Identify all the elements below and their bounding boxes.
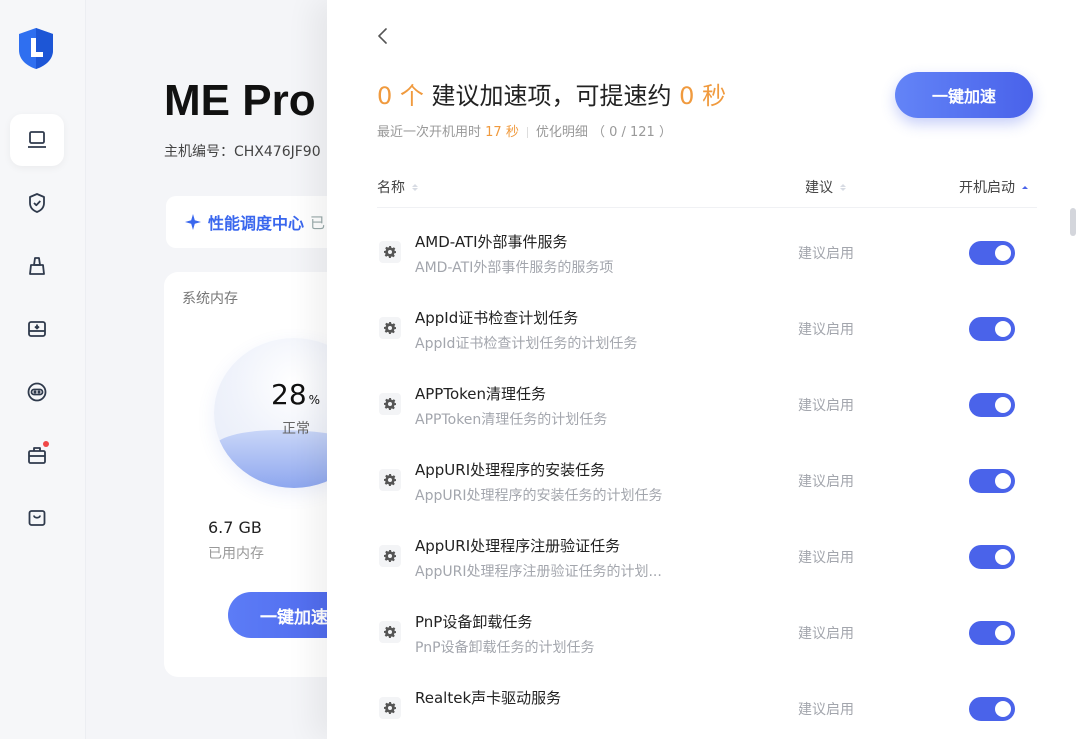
item-description: AppURI处理程序注册验证任务的计划... — [415, 564, 662, 580]
startup-optimization-panel: 0 个 建议加速项，可提速约 0 秒 最近一次开机用时 17 秒 优化明细 （ 0… — [327, 0, 1080, 739]
item-description: PnP设备卸载任务的计划任务 — [415, 640, 595, 656]
item-name: AppURI处理程序注册验证任务 — [415, 537, 621, 555]
boot-time-label: 最近一次开机用时 — [377, 125, 486, 140]
sidebar — [0, 0, 86, 739]
memory-card-title: 系统内存 — [182, 291, 238, 307]
column-header-suggestion[interactable]: 建议 — [805, 177, 846, 197]
sparkle-icon — [185, 214, 201, 230]
speedup-seconds: 0 秒 — [679, 82, 727, 110]
table-header-divider — [377, 207, 1037, 208]
sort-icon — [412, 183, 418, 191]
nav-service[interactable] — [10, 366, 64, 418]
item-description: AppURI处理程序的安装任务的计划任务 — [415, 488, 663, 504]
panel-subline: 最近一次开机用时 17 秒 优化明细 （ 0 / 121 ） — [377, 121, 672, 140]
column-header-name[interactable]: 名称 — [377, 177, 418, 197]
table-row: AppId证书检查计划任务 AppId证书检查计划任务的计划任务 建议启用 — [377, 289, 1037, 365]
gear-icon — [379, 469, 401, 491]
item-description: AMD-ATI外部事件服务的服务项 — [415, 260, 614, 276]
memory-status: 正常 — [282, 421, 310, 437]
startup-toggle[interactable] — [969, 469, 1015, 493]
column-suggestion-label: 建议 — [805, 180, 833, 196]
item-name: AppURI处理程序的安装任务 — [415, 461, 606, 479]
scrollbar-thumb[interactable] — [1070, 208, 1076, 236]
item-name: APPToken清理任务 — [415, 385, 547, 403]
startup-toggle[interactable] — [969, 317, 1015, 341]
bag-icon — [28, 510, 46, 526]
one-click-accelerate-button[interactable]: 一键加速 — [895, 72, 1033, 118]
item-suggestion: 建议启用 — [798, 246, 854, 262]
nav-toolbox[interactable] — [10, 429, 64, 481]
sort-icon — [840, 183, 846, 191]
item-suggestion: 建议启用 — [798, 474, 854, 490]
drive-icon — [28, 321, 46, 337]
item-suggestion: 建议启用 — [798, 702, 854, 718]
nav-cleanup[interactable] — [10, 240, 64, 292]
nav-store[interactable] — [10, 492, 64, 544]
gear-icon — [379, 241, 401, 263]
gear-icon — [379, 393, 401, 415]
gear-icon — [379, 621, 401, 643]
panel-headline: 0 个 建议加速项，可提速约 0 秒 — [377, 76, 726, 111]
chat-bubble-icon — [27, 382, 47, 402]
column-header-startup[interactable]: 开机启动 — [959, 177, 1028, 197]
optimization-detail: 优化明细 （ 0 / 121 ） — [535, 125, 672, 140]
memory-percent: 28% — [271, 378, 321, 411]
startup-toggle[interactable] — [969, 621, 1015, 645]
page-title: ME Pro — [164, 76, 316, 125]
back-chevron-icon[interactable] — [373, 26, 393, 46]
table-row: APPToken清理任务 APPToken清理任务的计划任务 建议启用 — [377, 365, 1037, 441]
table-row: Realtek声卡驱动服务建议启用 — [377, 669, 1037, 739]
startup-toggle[interactable] — [969, 393, 1015, 417]
column-startup-label: 开机启动 — [959, 180, 1015, 196]
gear-icon — [379, 317, 401, 339]
headline-text: 建议加速项，可提速约 — [423, 82, 680, 110]
table-row: AMD-ATI外部事件服务 AMD-ATI外部事件服务的服务项 建议启用 — [377, 213, 1037, 289]
perf-center-label: 性能调度中心 — [208, 214, 305, 233]
startup-toggle[interactable] — [969, 241, 1015, 265]
item-name: PnP设备卸载任务 — [415, 613, 533, 631]
broom-icon — [29, 257, 45, 275]
perf-center-suffix: 已 — [310, 213, 326, 232]
nav-security[interactable] — [10, 177, 64, 229]
item-name: Realtek声卡驱动服务 — [415, 689, 562, 707]
column-name-label: 名称 — [377, 180, 405, 196]
item-suggestion: 建议启用 — [798, 550, 854, 566]
laptop-icon — [28, 131, 46, 148]
item-description: AppId证书检查计划任务的计划任务 — [415, 336, 638, 352]
host-id: 主机编号：CHX476JF90 — [164, 144, 321, 160]
nav-drivers[interactable] — [10, 303, 64, 355]
item-description: APPToken清理任务的计划任务 — [415, 412, 608, 428]
used-memory-value: 6.7 GB — [208, 518, 262, 537]
item-name: AppId证书检查计划任务 — [415, 309, 579, 327]
startup-toggle[interactable] — [969, 545, 1015, 569]
boot-time-value: 17 秒 — [485, 125, 519, 140]
item-name: AMD-ATI外部事件服务 — [415, 233, 568, 251]
nav-home[interactable] — [10, 114, 64, 166]
table-row: AppURI处理程序注册验证任务 AppURI处理程序注册验证任务的计划... 建议… — [377, 517, 1037, 593]
item-suggestion: 建议启用 — [798, 626, 854, 642]
gear-icon — [379, 545, 401, 567]
table-row: PnP设备卸载任务 PnP设备卸载任务的计划任务 建议启用 — [377, 593, 1037, 669]
suggestion-count: 0 个 — [377, 82, 424, 110]
sort-asc-icon — [1022, 185, 1028, 189]
divider — [526, 127, 528, 138]
item-suggestion: 建议启用 — [798, 322, 854, 338]
startup-toggle[interactable] — [969, 697, 1015, 721]
table-row: AppURI处理程序的安装任务 AppURI处理程序的安装任务的计划任务 建议启用 — [377, 441, 1037, 517]
app-logo-icon — [19, 28, 53, 69]
shield-check-icon — [29, 193, 45, 213]
used-memory-label: 已用内存 — [208, 546, 264, 562]
gear-icon — [379, 697, 401, 719]
item-suggestion: 建议启用 — [798, 398, 854, 414]
notification-badge — [43, 441, 49, 447]
